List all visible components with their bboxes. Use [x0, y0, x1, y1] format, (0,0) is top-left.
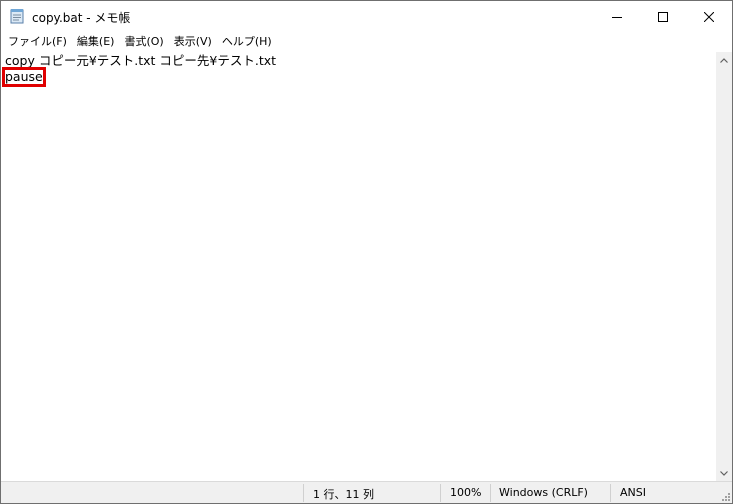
- vertical-scrollbar[interactable]: [716, 52, 732, 481]
- menu-format[interactable]: 書式(O): [119, 32, 168, 52]
- title-bar[interactable]: copy.bat - メモ帳: [1, 1, 732, 32]
- cursor-position: 1 行、11 列: [313, 488, 374, 501]
- status-divider: [490, 484, 491, 502]
- window-title: copy.bat - メモ帳: [32, 11, 131, 25]
- highlight-annotation: [2, 67, 46, 87]
- minimize-icon: [612, 16, 622, 18]
- encoding: ANSI: [620, 486, 646, 499]
- line-ending: Windows (CRLF): [499, 486, 588, 499]
- menu-edit[interactable]: 編集(E): [72, 32, 120, 52]
- status-divider: [610, 484, 611, 502]
- menu-bar: ファイル(F) 編集(E) 書式(O) 表示(V) ヘルプ(H): [1, 32, 732, 52]
- menu-view[interactable]: 表示(V): [169, 32, 217, 52]
- close-icon: [704, 11, 714, 22]
- chevron-up-icon: [720, 57, 728, 63]
- menu-file[interactable]: ファイル(F): [3, 32, 72, 52]
- notepad-window: copy.bat - メモ帳 ファイル(F) 編集(E) 書式(O) 表示(V)…: [0, 0, 733, 504]
- close-button[interactable]: [686, 1, 732, 32]
- minimize-button[interactable]: [594, 1, 640, 32]
- maximize-button[interactable]: [640, 1, 686, 32]
- scroll-down-button[interactable]: [716, 465, 732, 481]
- status-divider: [303, 484, 304, 502]
- status-divider: [440, 484, 441, 502]
- status-bar: 1 行、11 列 100% Windows (CRLF) ANSI: [1, 481, 732, 503]
- notepad-icon: [10, 9, 24, 24]
- text-editor[interactable]: copy コピー元¥テスト.txt コピー先¥テスト.txt pause: [1, 52, 716, 481]
- maximize-icon: [658, 11, 668, 22]
- chevron-down-icon: [720, 470, 728, 476]
- resize-grip-icon[interactable]: [719, 490, 731, 502]
- scroll-up-button[interactable]: [716, 52, 732, 68]
- zoom-level: 100%: [450, 486, 482, 499]
- menu-help[interactable]: ヘルプ(H): [217, 32, 277, 52]
